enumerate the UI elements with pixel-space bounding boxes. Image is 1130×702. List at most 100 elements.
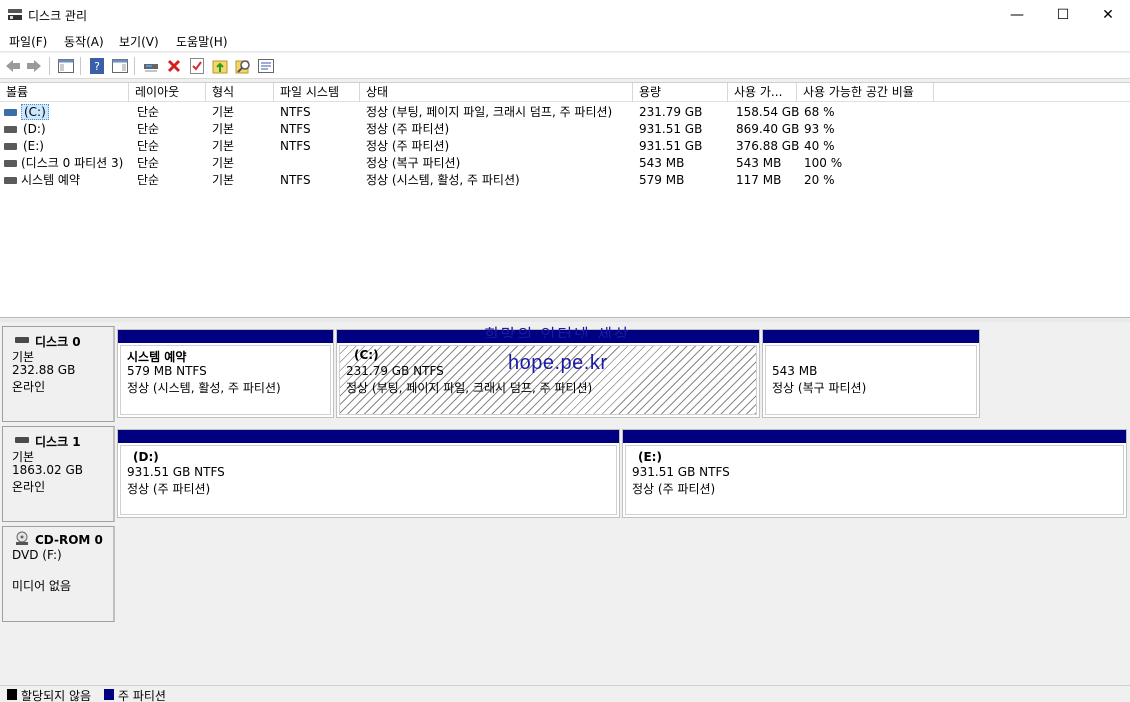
- disk-size: 1863.02 GB: [12, 463, 83, 477]
- volume-layout: 단순: [137, 173, 160, 187]
- volume-status: 정상 (복구 파티션): [366, 156, 461, 170]
- forward-icon[interactable]: [24, 56, 44, 76]
- table-row[interactable]: (E:) 단순 기본 NTFS 정상 (주 파티션) 931.51 GB 376…: [0, 138, 1130, 155]
- properties-icon[interactable]: [256, 56, 276, 76]
- cdrom-0-label[interactable]: CD-ROM 0 DVD (F:) 미디어 없음: [2, 526, 115, 622]
- volume-free-percent: 40 %: [804, 139, 835, 153]
- maximize-button[interactable]: ☐: [1040, 0, 1086, 30]
- import-icon[interactable]: [210, 56, 230, 76]
- drive-icon: [4, 177, 17, 184]
- search-icon[interactable]: [233, 56, 253, 76]
- volume-name: (C:): [21, 104, 49, 120]
- menu-file[interactable]: 파일(F): [9, 33, 47, 50]
- disk-name: CD-ROM 0: [35, 533, 103, 547]
- partition-status: 정상 (부팅, 페이지 파일, 크래시 덤프, 주 파티션): [346, 381, 593, 395]
- table-row[interactable]: (C:) 단순 기본 NTFS 정상 (부팅, 페이지 파일, 크래시 덤프, …: [0, 104, 1130, 121]
- col-volume[interactable]: 볼륨: [0, 83, 129, 102]
- delete-icon[interactable]: [164, 56, 184, 76]
- title-bar: 디스크 관리 — ☐ ✕: [0, 0, 1130, 30]
- volume-free: 869.40 GB: [736, 122, 800, 136]
- help-icon[interactable]: ?: [87, 56, 107, 76]
- legend-primary: 주 파티션: [118, 689, 166, 702]
- partition-title: (D:): [133, 450, 159, 464]
- partition-bar: [623, 430, 1126, 443]
- partition-size: 931.51 GB NTFS: [632, 465, 730, 479]
- menu-help[interactable]: 도움말(H): [176, 33, 228, 50]
- volume-status: 정상 (부팅, 페이지 파일, 크래시 덤프, 주 파티션): [366, 105, 613, 119]
- col-free-space[interactable]: 사용 가...: [728, 83, 797, 102]
- table-row[interactable]: (D:) 단순 기본 NTFS 정상 (주 파티션) 931.51 GB 869…: [0, 121, 1130, 138]
- volume-name: (D:): [23, 122, 46, 136]
- volume-free-percent: 68 %: [804, 105, 835, 119]
- disk-icon: [15, 437, 29, 443]
- window-title: 디스크 관리: [28, 9, 88, 23]
- cd-drive-icon: [16, 531, 28, 545]
- volume-layout: 단순: [137, 105, 160, 119]
- partition-system-reserved[interactable]: 시스템 예약 579 MB NTFS 정상 (시스템, 활성, 주 파티션): [117, 329, 334, 418]
- partition-size: 543 MB: [772, 364, 818, 378]
- volume-name: (디스크 0 파티션 3): [21, 156, 124, 170]
- menu-action[interactable]: 동작(A): [64, 33, 104, 50]
- volume-free: 543 MB: [736, 156, 782, 170]
- volume-type: 기본: [212, 173, 235, 187]
- connect-drive-icon[interactable]: [141, 56, 161, 76]
- volume-type: 기본: [212, 156, 235, 170]
- disk-size: 232.88 GB: [12, 363, 76, 377]
- cdrom-empty-area: [117, 526, 1130, 622]
- toolbar: ?: [0, 53, 1130, 79]
- toolbar-separator: [134, 57, 135, 75]
- toolbar-separator: [80, 57, 81, 75]
- col-layout[interactable]: 레이아웃: [129, 83, 206, 102]
- check-icon[interactable]: [187, 56, 207, 76]
- disk-1-label[interactable]: 디스크 1 기본 1863.02 GB 온라인: [2, 426, 115, 522]
- partition-body: (D:) 931.51 GB NTFS 정상 (주 파티션): [120, 445, 617, 515]
- legend-bar: 할당되지 않음 주 파티션: [0, 685, 1130, 702]
- partition-e[interactable]: (E:) 931.51 GB NTFS 정상 (주 파티션): [622, 429, 1127, 518]
- primary-swatch: [104, 689, 114, 700]
- maximize-icon: ☐: [1056, 7, 1070, 23]
- partition-size: 931.51 GB NTFS: [127, 465, 225, 479]
- col-capacity[interactable]: 용량: [633, 83, 728, 102]
- volume-type: 기본: [212, 139, 235, 153]
- volume-fs: NTFS: [280, 122, 311, 136]
- disk-state: 온라인: [12, 380, 46, 394]
- show-hide-action-pane-icon[interactable]: [110, 56, 130, 76]
- disk-state: 온라인: [12, 480, 46, 494]
- partition-title: (E:): [638, 450, 662, 464]
- show-hide-console-tree-icon[interactable]: [56, 56, 76, 76]
- drive-icon: [4, 126, 17, 133]
- col-free-percent[interactable]: 사용 가능한 공간 비율: [797, 83, 934, 102]
- volume-type: 기본: [212, 122, 235, 136]
- volume-type: 기본: [212, 105, 235, 119]
- menu-bar: 파일(F) 동작(A) 보기(V) 도움말(H): [0, 30, 1130, 52]
- partition-recovery[interactable]: 543 MB 정상 (복구 파티션): [762, 329, 980, 418]
- table-row[interactable]: (디스크 0 파티션 3) 단순 기본 정상 (복구 파티션) 543 MB 5…: [0, 155, 1130, 172]
- minimize-button[interactable]: —: [994, 0, 1040, 30]
- close-button[interactable]: ✕: [1085, 0, 1130, 30]
- volume-capacity: 931.51 GB: [639, 122, 703, 136]
- volume-status: 정상 (주 파티션): [366, 139, 450, 153]
- partition-status: 정상 (복구 파티션): [772, 381, 867, 395]
- disk-0-label[interactable]: 디스크 0 기본 232.88 GB 온라인: [2, 326, 115, 422]
- legend-unallocated: 할당되지 않음: [21, 689, 92, 702]
- volume-capacity: 931.51 GB: [639, 139, 703, 153]
- table-row[interactable]: 시스템 예약 단순 기본 NTFS 정상 (시스템, 활성, 주 파티션) 57…: [0, 172, 1130, 189]
- col-filesystem[interactable]: 파일 시스템: [274, 83, 360, 102]
- disk-management-app-icon: [8, 9, 22, 20]
- watermark-text: hope.pe.kr: [508, 352, 608, 374]
- partition-status: 정상 (시스템, 활성, 주 파티션): [127, 381, 281, 395]
- partition-d[interactable]: (D:) 931.51 GB NTFS 정상 (주 파티션): [117, 429, 620, 518]
- minimize-icon: —: [1010, 7, 1024, 23]
- disk-name: 디스크 0: [35, 335, 81, 349]
- volume-layout: 단순: [137, 156, 160, 170]
- system-drive-icon: [4, 109, 17, 116]
- volume-free: 376.88 GB: [736, 139, 800, 153]
- disk-type: DVD (F:): [12, 548, 62, 562]
- col-type[interactable]: 형식: [206, 83, 274, 102]
- col-status[interactable]: 상태: [360, 83, 633, 102]
- volume-free-percent: 93 %: [804, 122, 835, 136]
- disk-icon: [15, 337, 29, 343]
- menu-view[interactable]: 보기(V): [119, 33, 159, 50]
- volume-list: 볼륨 레이아웃 형식 파일 시스템 상태 용량 사용 가... 사용 가능한 공…: [0, 82, 1130, 318]
- back-icon[interactable]: [3, 56, 23, 76]
